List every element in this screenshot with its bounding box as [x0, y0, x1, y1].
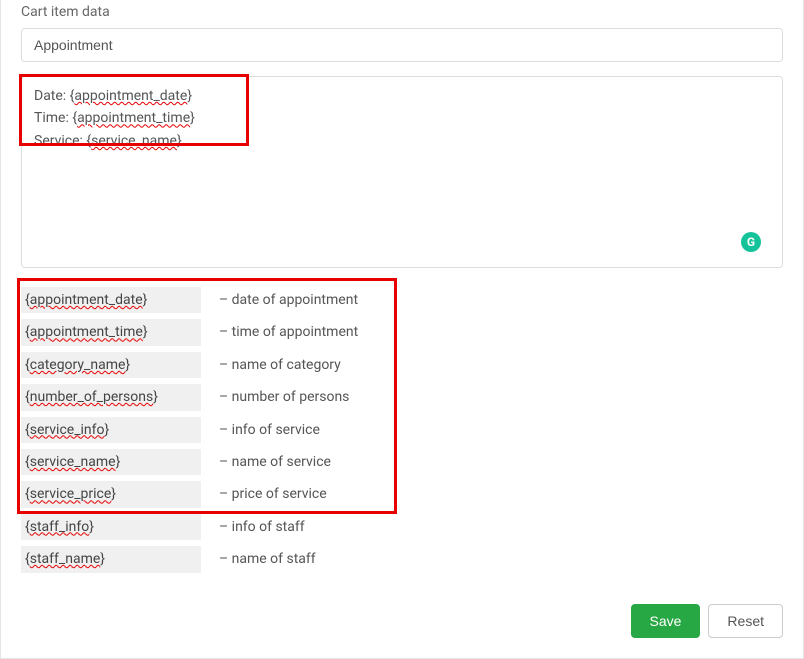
section-title: Cart item data — [21, 4, 783, 20]
placeholder-row: {appointment_date}– date of appointment — [21, 284, 783, 316]
textarea-line: Date: {appointment_date} — [34, 85, 770, 107]
button-row: Save Reset — [21, 604, 783, 638]
placeholder-desc: – info of staff — [201, 516, 305, 538]
cart-item-body-textarea[interactable]: Date: {appointment_date} Time: {appointm… — [21, 76, 783, 268]
grammarly-icon[interactable] — [741, 232, 761, 252]
placeholder-key[interactable]: {service_price} — [21, 481, 201, 507]
placeholder-key[interactable]: {number_of_persons} — [21, 384, 201, 410]
placeholder-desc: – number of persons — [201, 386, 349, 408]
placeholder-row: {service_info}– info of service — [21, 414, 783, 446]
placeholder-key[interactable]: {staff_name} — [21, 546, 201, 572]
textarea-line: Time: {appointment_time} — [34, 107, 770, 129]
placeholder-key[interactable]: {appointment_date} — [21, 287, 201, 313]
placeholder-desc: – name of category — [201, 354, 341, 376]
placeholder-desc: – price of service — [201, 483, 327, 505]
reset-button[interactable]: Reset — [708, 604, 783, 638]
textarea-line: Service: {service_name} — [34, 130, 770, 152]
placeholder-row: {service_name}– name of service — [21, 446, 783, 478]
placeholder-desc: – date of appointment — [201, 289, 358, 311]
placeholder-key[interactable]: {staff_info} — [21, 514, 201, 540]
placeholder-key[interactable]: {service_name} — [21, 449, 201, 475]
settings-panel: Cart item data Date: {appointment_date} … — [0, 0, 804, 659]
placeholder-key[interactable]: {service_info} — [21, 417, 201, 443]
placeholder-row: {category_name}– name of category — [21, 349, 783, 381]
save-button[interactable]: Save — [631, 604, 701, 638]
placeholders-list: {appointment_date}– date of appointment{… — [21, 284, 783, 576]
placeholder-desc: – info of service — [201, 419, 320, 441]
cart-item-title-input[interactable] — [21, 28, 783, 62]
placeholder-row: {appointment_time}– time of appointment — [21, 316, 783, 348]
placeholder-row: {staff_info}– info of staff — [21, 511, 783, 543]
placeholder-desc: – time of appointment — [201, 321, 358, 343]
placeholder-row: {service_price}– price of service — [21, 478, 783, 510]
placeholder-desc: – name of staff — [201, 548, 316, 570]
placeholder-row: {staff_name}– name of staff — [21, 543, 783, 575]
placeholder-desc: – name of service — [201, 451, 331, 473]
textarea-wrapper: Date: {appointment_date} Time: {appointm… — [21, 76, 783, 268]
placeholder-row: {number_of_persons}– number of persons — [21, 381, 783, 413]
placeholder-key[interactable]: {category_name} — [21, 352, 201, 378]
placeholder-key[interactable]: {appointment_time} — [21, 319, 201, 345]
